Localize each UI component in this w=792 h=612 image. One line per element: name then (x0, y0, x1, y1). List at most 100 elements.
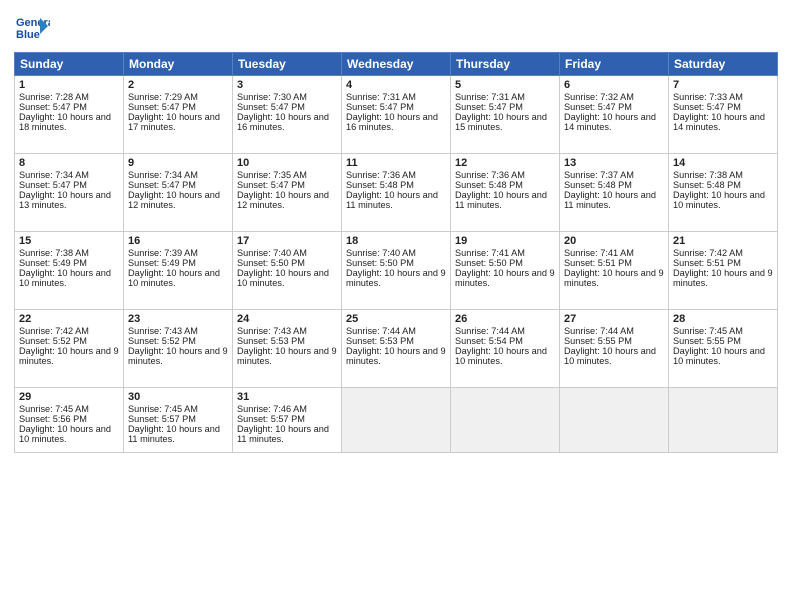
calendar-cell: 3Sunrise: 7:30 AMSunset: 5:47 PMDaylight… (233, 76, 342, 154)
sunset: Sunset: 5:47 PM (673, 102, 741, 112)
daylight-label: Daylight: 10 hours and 12 minutes. (237, 190, 329, 210)
day-number: 31 (237, 391, 337, 403)
sunrise: Sunrise: 7:45 AM (673, 326, 743, 336)
daylight-label: Daylight: 10 hours and 18 minutes. (19, 112, 111, 132)
sunrise: Sunrise: 7:38 AM (19, 248, 89, 258)
sunset: Sunset: 5:57 PM (128, 414, 196, 424)
sunset: Sunset: 5:53 PM (346, 336, 414, 346)
daylight-label: Daylight: 10 hours and 10 minutes. (673, 346, 765, 366)
calendar-cell (451, 388, 560, 453)
sunrise: Sunrise: 7:44 AM (564, 326, 634, 336)
daylight-label: Daylight: 10 hours and 17 minutes. (128, 112, 220, 132)
logo: General Blue (14, 10, 50, 46)
column-header-thursday: Thursday (451, 53, 560, 76)
sunset: Sunset: 5:54 PM (455, 336, 523, 346)
daylight-label: Daylight: 10 hours and 11 minutes. (237, 424, 329, 444)
daylight-label: Daylight: 10 hours and 9 minutes. (346, 268, 446, 288)
sunrise: Sunrise: 7:30 AM (237, 92, 307, 102)
sunset: Sunset: 5:48 PM (673, 180, 741, 190)
calendar-cell: 13Sunrise: 7:37 AMSunset: 5:48 PMDayligh… (560, 154, 669, 232)
daylight-label: Daylight: 10 hours and 12 minutes. (128, 190, 220, 210)
sunset: Sunset: 5:47 PM (19, 180, 87, 190)
sunrise: Sunrise: 7:44 AM (346, 326, 416, 336)
calendar-cell: 9Sunrise: 7:34 AMSunset: 5:47 PMDaylight… (124, 154, 233, 232)
calendar-cell (669, 388, 778, 453)
day-number: 8 (19, 157, 119, 169)
calendar-cell: 4Sunrise: 7:31 AMSunset: 5:47 PMDaylight… (342, 76, 451, 154)
sunrise: Sunrise: 7:31 AM (455, 92, 525, 102)
sunset: Sunset: 5:50 PM (455, 258, 523, 268)
sunrise: Sunrise: 7:33 AM (673, 92, 743, 102)
daylight-label: Daylight: 10 hours and 16 minutes. (237, 112, 329, 132)
column-header-friday: Friday (560, 53, 669, 76)
calendar-cell: 14Sunrise: 7:38 AMSunset: 5:48 PMDayligh… (669, 154, 778, 232)
day-number: 4 (346, 79, 446, 91)
column-header-tuesday: Tuesday (233, 53, 342, 76)
calendar-header-row: SundayMondayTuesdayWednesdayThursdayFrid… (15, 53, 778, 76)
daylight-label: Daylight: 10 hours and 11 minutes. (455, 190, 547, 210)
sunrise: Sunrise: 7:38 AM (673, 170, 743, 180)
sunrise: Sunrise: 7:39 AM (128, 248, 198, 258)
daylight-label: Daylight: 10 hours and 10 minutes. (455, 346, 547, 366)
page: General Blue SundayMondayTuesdayWednesda… (0, 0, 792, 612)
sunrise: Sunrise: 7:41 AM (455, 248, 525, 258)
daylight-label: Daylight: 10 hours and 9 minutes. (673, 268, 773, 288)
sunset: Sunset: 5:47 PM (455, 102, 523, 112)
week-row-2: 8Sunrise: 7:34 AMSunset: 5:47 PMDaylight… (15, 154, 778, 232)
sunrise: Sunrise: 7:43 AM (128, 326, 198, 336)
sunrise: Sunrise: 7:28 AM (19, 92, 89, 102)
daylight-label: Daylight: 10 hours and 9 minutes. (19, 346, 119, 366)
sunset: Sunset: 5:48 PM (564, 180, 632, 190)
calendar-cell: 1Sunrise: 7:28 AMSunset: 5:47 PMDaylight… (15, 76, 124, 154)
calendar-cell: 5Sunrise: 7:31 AMSunset: 5:47 PMDaylight… (451, 76, 560, 154)
daylight-label: Daylight: 10 hours and 10 minutes. (237, 268, 329, 288)
sunset: Sunset: 5:47 PM (346, 102, 414, 112)
day-number: 9 (128, 157, 228, 169)
sunrise: Sunrise: 7:36 AM (346, 170, 416, 180)
sunset: Sunset: 5:47 PM (128, 180, 196, 190)
sunrise: Sunrise: 7:41 AM (564, 248, 634, 258)
sunset: Sunset: 5:56 PM (19, 414, 87, 424)
sunset: Sunset: 5:52 PM (128, 336, 196, 346)
daylight-label: Daylight: 10 hours and 10 minutes. (564, 346, 656, 366)
sunrise: Sunrise: 7:45 AM (128, 404, 198, 414)
calendar-cell: 27Sunrise: 7:44 AMSunset: 5:55 PMDayligh… (560, 310, 669, 388)
sunrise: Sunrise: 7:31 AM (346, 92, 416, 102)
day-number: 5 (455, 79, 555, 91)
day-number: 25 (346, 313, 446, 325)
calendar-cell: 21Sunrise: 7:42 AMSunset: 5:51 PMDayligh… (669, 232, 778, 310)
sunset: Sunset: 5:47 PM (19, 102, 87, 112)
calendar-cell: 28Sunrise: 7:45 AMSunset: 5:55 PMDayligh… (669, 310, 778, 388)
day-number: 30 (128, 391, 228, 403)
sunset: Sunset: 5:47 PM (237, 102, 305, 112)
sunset: Sunset: 5:49 PM (19, 258, 87, 268)
calendar-cell: 11Sunrise: 7:36 AMSunset: 5:48 PMDayligh… (342, 154, 451, 232)
sunset: Sunset: 5:48 PM (346, 180, 414, 190)
svg-text:Blue: Blue (16, 29, 40, 41)
day-number: 28 (673, 313, 773, 325)
sunrise: Sunrise: 7:42 AM (19, 326, 89, 336)
day-number: 24 (237, 313, 337, 325)
week-row-4: 22Sunrise: 7:42 AMSunset: 5:52 PMDayligh… (15, 310, 778, 388)
calendar-cell: 24Sunrise: 7:43 AMSunset: 5:53 PMDayligh… (233, 310, 342, 388)
day-number: 29 (19, 391, 119, 403)
calendar-cell: 19Sunrise: 7:41 AMSunset: 5:50 PMDayligh… (451, 232, 560, 310)
day-number: 26 (455, 313, 555, 325)
sunset: Sunset: 5:53 PM (237, 336, 305, 346)
week-row-3: 15Sunrise: 7:38 AMSunset: 5:49 PMDayligh… (15, 232, 778, 310)
sunset: Sunset: 5:51 PM (673, 258, 741, 268)
sunrise: Sunrise: 7:34 AM (19, 170, 89, 180)
calendar-cell: 12Sunrise: 7:36 AMSunset: 5:48 PMDayligh… (451, 154, 560, 232)
sunset: Sunset: 5:47 PM (128, 102, 196, 112)
calendar-cell: 22Sunrise: 7:42 AMSunset: 5:52 PMDayligh… (15, 310, 124, 388)
sunrise: Sunrise: 7:40 AM (237, 248, 307, 258)
calendar-cell: 18Sunrise: 7:40 AMSunset: 5:50 PMDayligh… (342, 232, 451, 310)
calendar-cell: 6Sunrise: 7:32 AMSunset: 5:47 PMDaylight… (560, 76, 669, 154)
calendar-cell: 25Sunrise: 7:44 AMSunset: 5:53 PMDayligh… (342, 310, 451, 388)
daylight-label: Daylight: 10 hours and 10 minutes. (128, 268, 220, 288)
daylight-label: Daylight: 10 hours and 11 minutes. (346, 190, 438, 210)
sunset: Sunset: 5:50 PM (237, 258, 305, 268)
day-number: 19 (455, 235, 555, 247)
calendar-cell: 30Sunrise: 7:45 AMSunset: 5:57 PMDayligh… (124, 388, 233, 453)
day-number: 10 (237, 157, 337, 169)
